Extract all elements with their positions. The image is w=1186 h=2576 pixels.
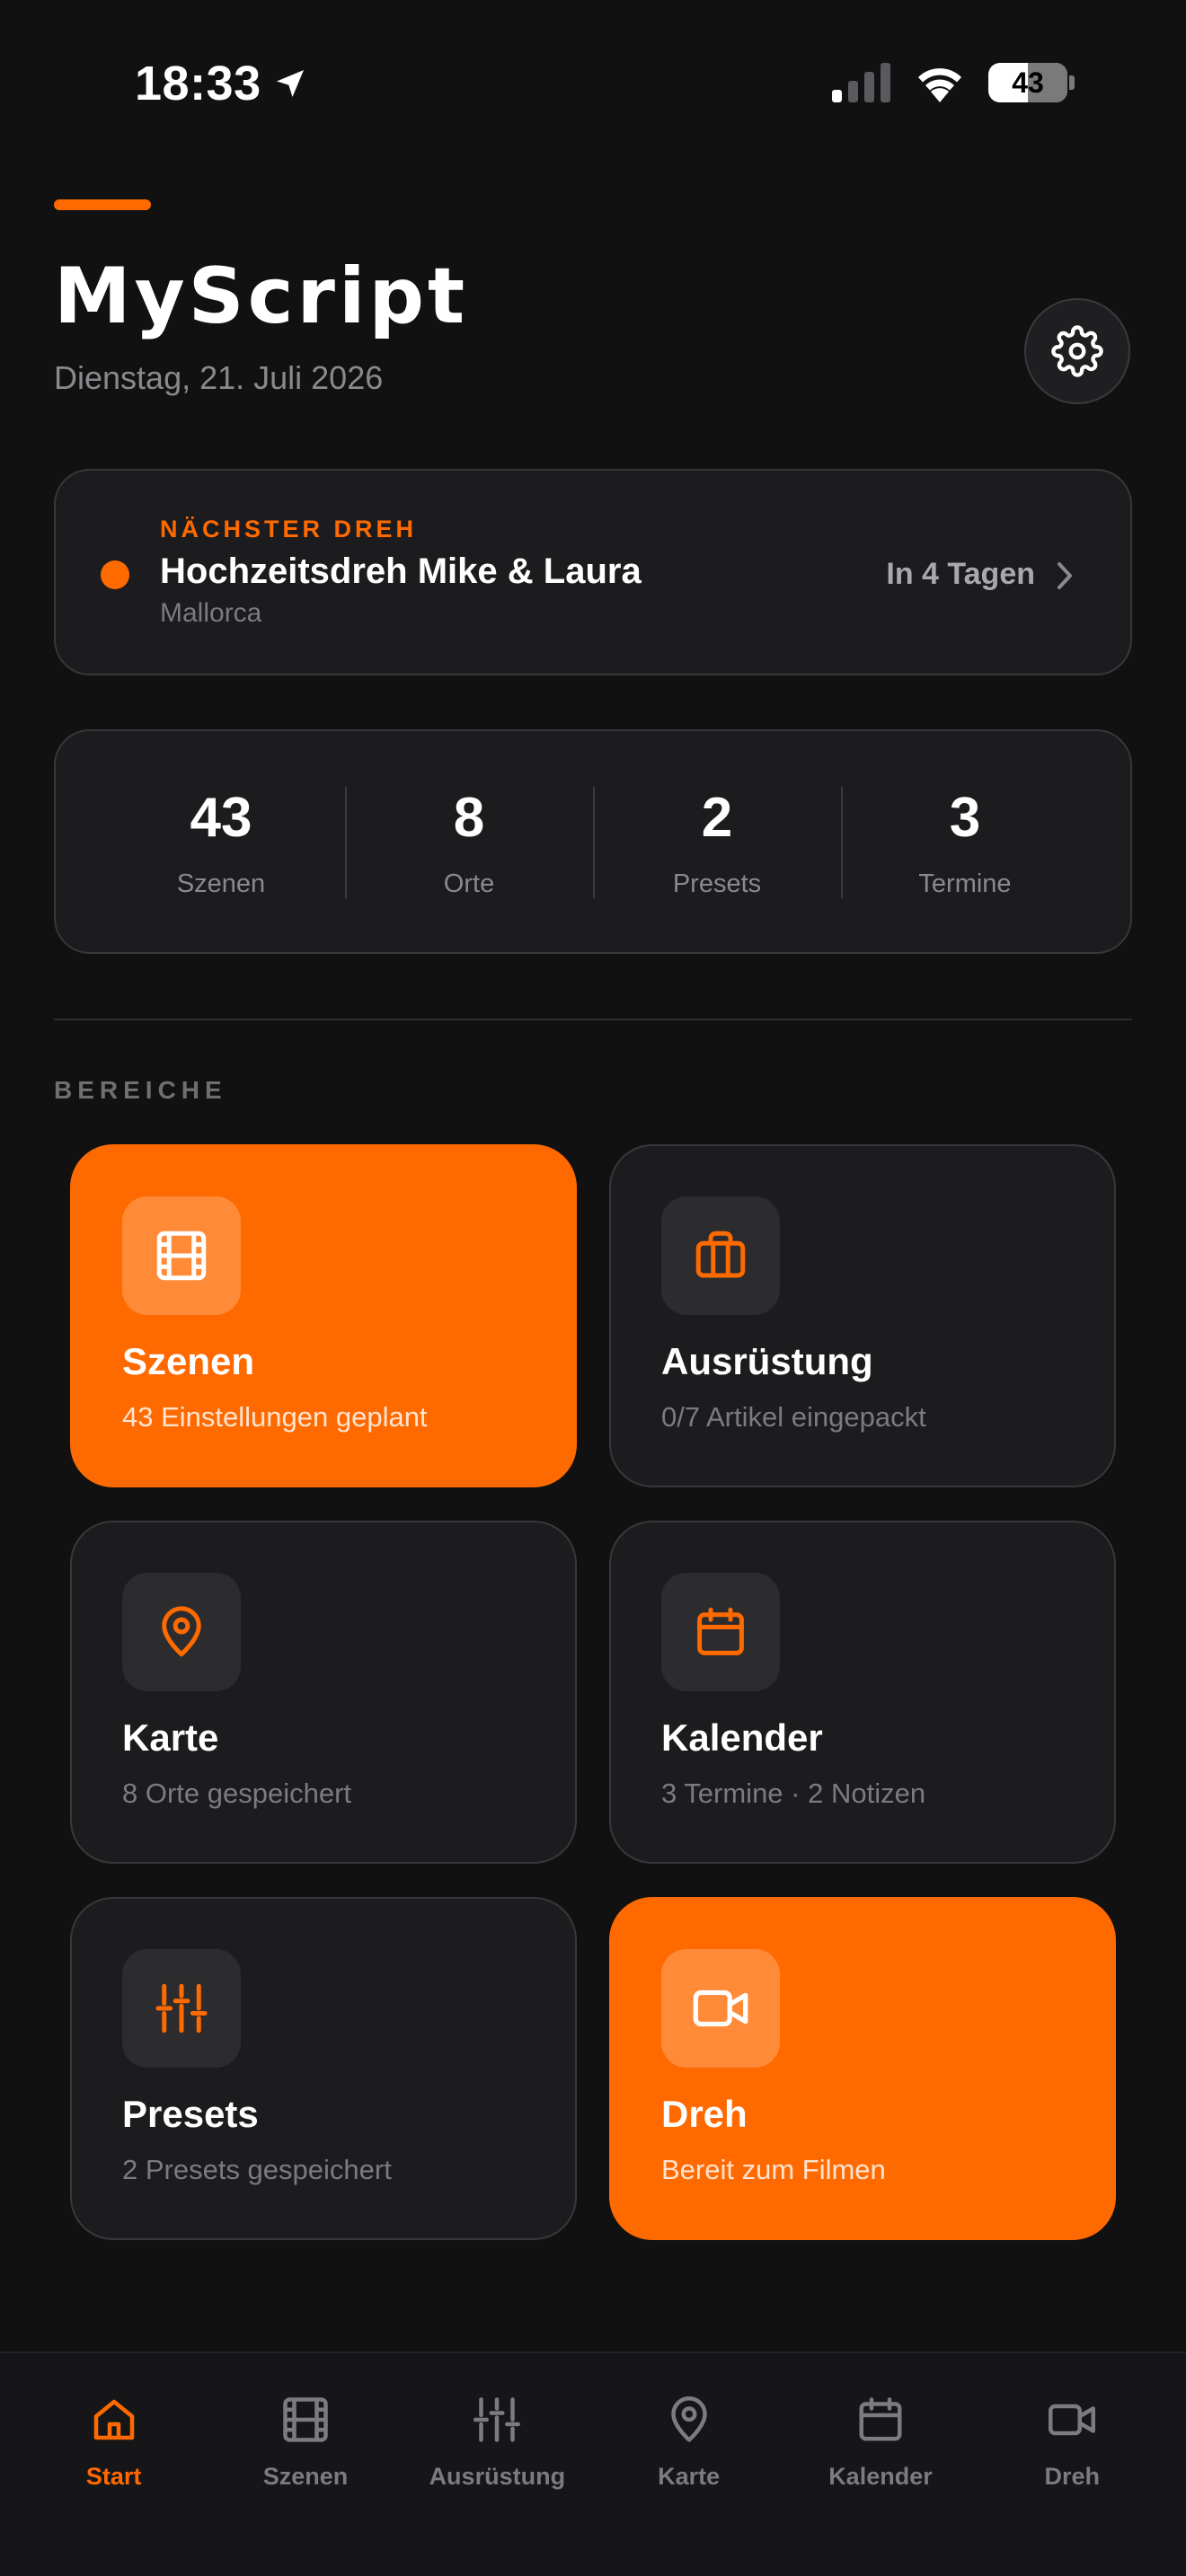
tab-shoot[interactable]: Dreh [982,2353,1162,2576]
stat-appointments: 3 Termine [841,785,1089,899]
stat-label: Termine [918,869,1012,898]
battery-level: 43 [1012,66,1044,99]
tile-title: Dreh [661,2093,748,2135]
home-icon [93,2399,134,2440]
section-divider [54,1019,1132,1020]
video-camera-icon [693,1989,748,2027]
battery-icon: 43 [988,63,1067,102]
tile-icon-badge [661,1573,780,1691]
bottom-tab-bar: Start Szenen Ausrüstung Karte Kalender D… [0,2351,1186,2576]
tab-label: Karte [658,2463,721,2490]
tile-subtitle: 8 Orte gespeichert [122,1778,352,1809]
tab-equipment[interactable]: Ausrüstung [407,2353,587,2576]
tile-title: Ausrüstung [661,1340,873,1382]
tab-label: Start [85,2463,142,2490]
film-icon [156,1231,207,1281]
next-shoot-kicker: NÄCHSTER DREH [160,516,418,543]
briefcase-icon [695,1231,746,1278]
film-icon [283,2397,328,2442]
location-arrow-icon [276,70,304,97]
tile-title: Presets [122,2093,259,2135]
next-shoot-indicator-dot [101,560,129,589]
tab-label: Kalender [828,2463,933,2490]
tile-subtitle: 2 Presets gespeichert [122,2154,392,2185]
chevron-right-icon [1058,562,1072,589]
tab-scenes[interactable]: Szenen [216,2353,395,2576]
tile-calendar[interactable]: Kalender 3 Termine · 2 Notizen [609,1521,1116,1864]
next-shoot-title: Hochzeitsdreh Mike & Laura [160,551,642,591]
map-pin-icon [162,1606,201,1657]
page-date: Dienstag, 21. Juli 2026 [54,359,384,396]
tile-title: Kalender [661,1716,823,1759]
calendar-icon [859,2397,902,2441]
stat-locations: 8 Orte [345,785,593,899]
next-shoot-countdown: In 4 Tagen [886,557,1035,591]
tile-icon-badge [661,1196,780,1315]
tile-scenes[interactable]: Szenen 43 Einstellungen geplant [70,1144,577,1487]
tile-title: Karte [122,1716,219,1759]
tile-subtitle: 3 Termine · 2 Notizen [661,1778,926,1809]
tile-map[interactable]: Karte 8 Orte gespeichert [70,1521,577,1864]
stat-presets: 2 Presets [593,785,841,899]
tile-subtitle: 0/7 Artikel eingepackt [661,1401,926,1433]
stat-label: Szenen [176,869,266,898]
stat-value: 43 [190,786,252,849]
tile-subtitle: 43 Einstellungen geplant [122,1401,428,1433]
next-shoot-card[interactable]: NÄCHSTER DREH Hochzeitsdreh Mike & Laura… [54,469,1132,675]
sliders-icon [474,2397,521,2442]
tab-map[interactable]: Karte [599,2353,779,2576]
page-title: MyScript [54,251,469,341]
tab-label: Dreh [1044,2463,1101,2490]
tile-shoot[interactable]: Dreh Bereit zum Filmen [609,1897,1116,2240]
sliders-icon [155,1983,208,2033]
stats-card: 43 Szenen 8 Orte 2 Presets 3 Termine [54,729,1132,954]
settings-button[interactable] [1024,298,1130,404]
tile-icon-badge [122,1196,241,1315]
tile-presets[interactable]: Presets 2 Presets gespeichert [70,1897,577,2240]
stat-scenes: 43 Szenen [97,785,345,899]
tile-subtitle: Bereit zum Filmen [661,2154,886,2185]
status-time: 18:33 [135,57,261,110]
tile-icon-badge [122,1949,241,2068]
status-indicators: 43 [832,63,1075,102]
calendar-icon [697,1607,744,1655]
tab-calendar[interactable]: Kalender [791,2353,970,2576]
stat-value: 8 [453,786,485,849]
next-shoot-location: Mallorca [160,598,262,628]
tab-label: Ausrüstung [429,2463,566,2490]
status-time-group: 18:33 [135,56,308,111]
video-camera-icon [1049,2404,1096,2436]
tab-label: Szenen [262,2463,349,2490]
stat-value: 2 [701,786,733,849]
tile-icon-badge [661,1949,780,2068]
tile-title: Szenen [122,1340,255,1382]
wifi-icon [918,68,961,102]
tile-equipment[interactable]: Ausrüstung 0/7 Artikel eingepackt [609,1144,1116,1487]
tab-start[interactable]: Start [24,2353,204,2576]
tile-icon-badge [122,1573,241,1691]
stat-label: Presets [672,869,762,898]
gear-icon [1051,325,1103,377]
stat-label: Orte [443,869,495,898]
section-label: BEREICHE [54,1076,227,1104]
stat-value: 3 [949,786,981,849]
map-pin-icon [670,2396,707,2442]
cellular-signal-icon [832,63,890,102]
header-accent-bar [54,199,151,210]
status-bar: 18:33 43 [0,0,1186,171]
